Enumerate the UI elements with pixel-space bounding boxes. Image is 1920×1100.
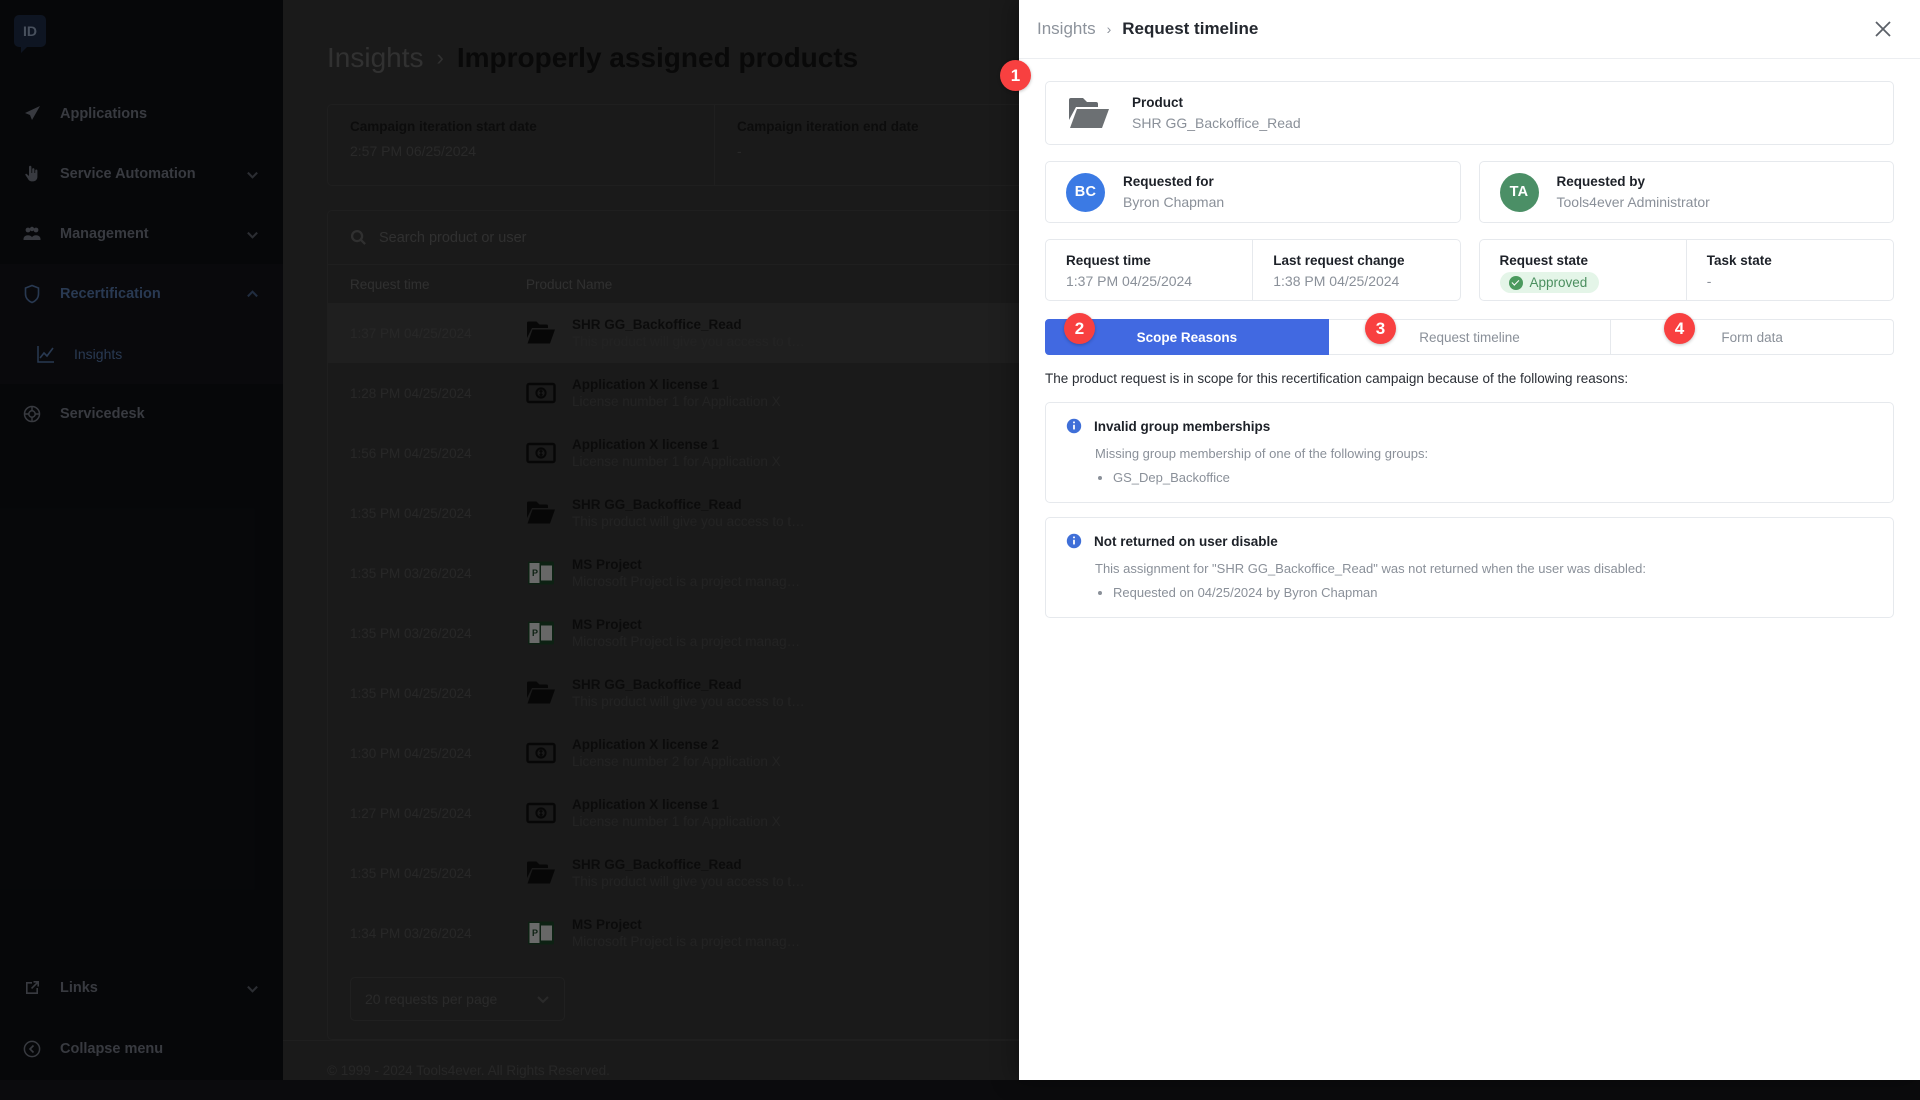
states-row: Request time 1:37 PM 04/25/2024 Last req… <box>1045 239 1894 301</box>
scope-reason-items: Requested on 04/25/2024 by Byron Chapman <box>1113 585 1873 600</box>
scope-intro-text: The product request is in scope for this… <box>1045 371 1894 386</box>
avatar: TA <box>1500 173 1539 212</box>
scope-reasons-list: Invalid group memberships Missing group m… <box>1045 402 1894 618</box>
tab-form-data[interactable]: Form data <box>1611 319 1894 355</box>
field-label: Task state <box>1707 253 1873 268</box>
field-label: Requested by <box>1557 174 1710 189</box>
scope-reason-card: Not returned on user disable This assignm… <box>1045 517 1894 618</box>
step-badge-1: 1 <box>1000 60 1031 91</box>
field-label: Product <box>1132 95 1301 110</box>
panel-breadcrumb-separator: › <box>1107 21 1112 37</box>
avatar: BC <box>1066 173 1105 212</box>
times-card: Request time 1:37 PM 04/25/2024 Last req… <box>1045 239 1461 301</box>
step-badge-3: 3 <box>1365 313 1396 344</box>
folder-icon <box>1068 96 1110 130</box>
list-item: Requested on 04/25/2024 by Byron Chapman <box>1113 585 1873 600</box>
step-badge-4: 4 <box>1664 313 1695 344</box>
panel-tabs: Scope Reasons Request timeline Form data <box>1045 319 1894 355</box>
info-icon <box>1066 418 1082 434</box>
scope-reason-header: Invalid group memberships <box>1066 418 1873 434</box>
status-badge-label: Approved <box>1530 275 1588 290</box>
scope-reason-card: Invalid group memberships Missing group m… <box>1045 402 1894 503</box>
field-label: Request time <box>1066 253 1232 268</box>
people-row: BC Requested for Byron Chapman TA Reques… <box>1045 161 1894 223</box>
list-item: GS_Dep_Backoffice <box>1113 470 1873 485</box>
panel-header: Insights › Request timeline <box>1019 0 1920 59</box>
field-value: 1:37 PM 04/25/2024 <box>1066 273 1232 289</box>
field-value: Byron Chapman <box>1123 194 1224 210</box>
field-value: 1:38 PM 04/25/2024 <box>1273 273 1439 289</box>
scope-reason-items: GS_Dep_Backoffice <box>1113 470 1873 485</box>
field-label: Request state <box>1500 253 1666 268</box>
request-time-field: Request time 1:37 PM 04/25/2024 <box>1046 240 1253 300</box>
state-card: Request state Approved Task state - <box>1479 239 1895 301</box>
scope-reason-description: This assignment for "SHR GG_Backoffice_R… <box>1095 561 1873 576</box>
scope-reason-title: Not returned on user disable <box>1094 534 1278 549</box>
field-label: Requested for <box>1123 174 1224 189</box>
info-icon <box>1066 533 1082 549</box>
requested-for-card: BC Requested for Byron Chapman <box>1045 161 1461 223</box>
request-detail-panel: Insights › Request timeline Product SHR … <box>1019 0 1920 1080</box>
product-card: Product SHR GG_Backoffice_Read <box>1045 81 1894 145</box>
field-value: Tools4ever Administrator <box>1557 194 1710 210</box>
check-circle-icon <box>1509 276 1523 290</box>
panel-breadcrumb-root[interactable]: Insights <box>1037 19 1096 39</box>
task-state-field: Task state - <box>1687 240 1893 300</box>
field-value: SHR GG_Backoffice_Read <box>1132 115 1301 131</box>
field-label: Last request change <box>1273 253 1439 268</box>
scope-reason-title: Invalid group memberships <box>1094 419 1270 434</box>
field-value: - <box>1707 273 1873 289</box>
panel-body: Product SHR GG_Backoffice_Read BC Reques… <box>1019 59 1920 1080</box>
product-info: Product SHR GG_Backoffice_Read <box>1132 95 1301 131</box>
last-request-change-field: Last request change 1:38 PM 04/25/2024 <box>1253 240 1459 300</box>
requested-for-info: Requested for Byron Chapman <box>1123 174 1224 210</box>
step-badge-2: 2 <box>1064 313 1095 344</box>
close-icon[interactable] <box>1872 18 1894 40</box>
scope-reason-description: Missing group membership of one of the f… <box>1095 446 1873 461</box>
request-state-field: Request state Approved <box>1480 240 1687 300</box>
scope-reason-header: Not returned on user disable <box>1066 533 1873 549</box>
status-badge: Approved <box>1500 272 1600 293</box>
panel-title: Request timeline <box>1122 19 1258 39</box>
requested-by-card: TA Requested by Tools4ever Administrator <box>1479 161 1895 223</box>
requested-by-info: Requested by Tools4ever Administrator <box>1557 174 1710 210</box>
